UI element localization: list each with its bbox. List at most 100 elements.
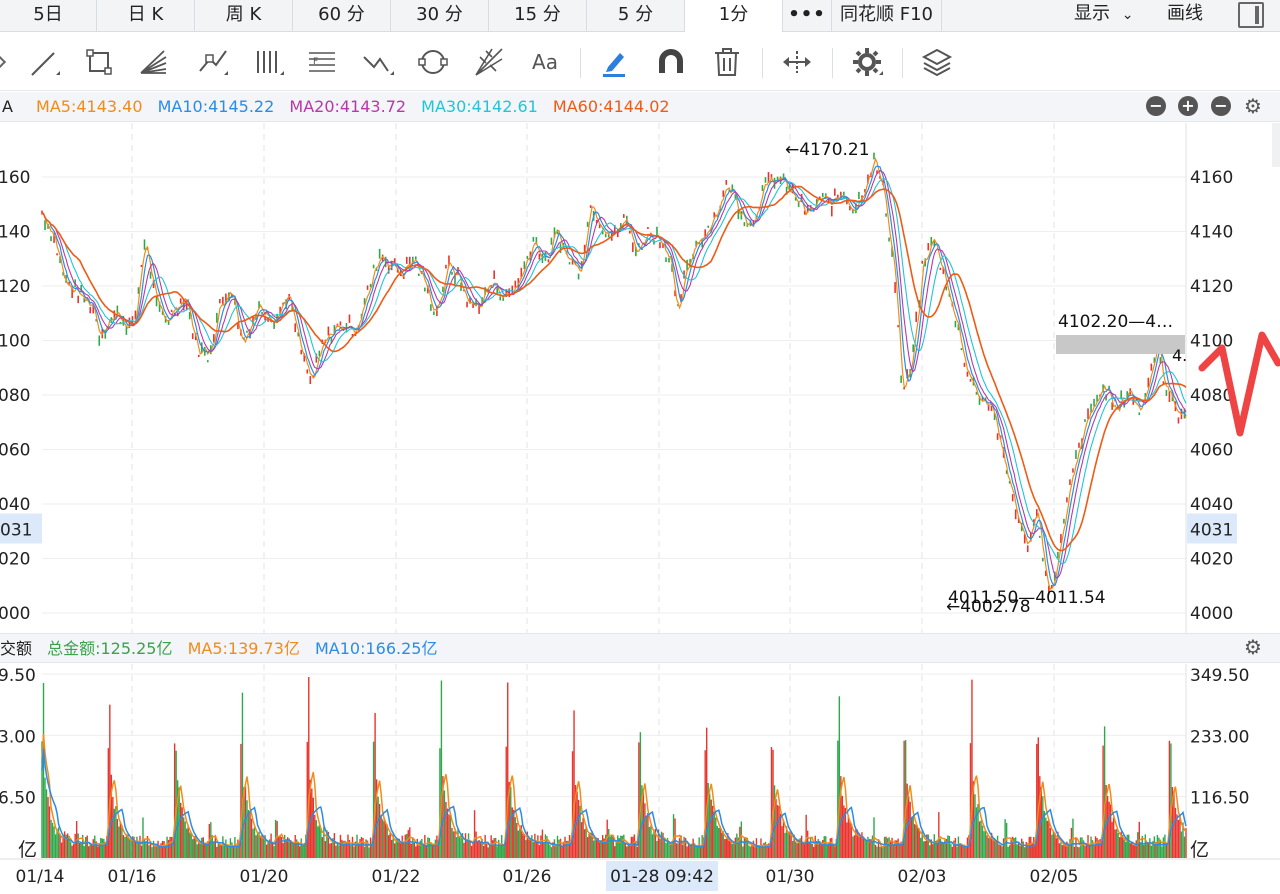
price-range-box	[1056, 335, 1185, 354]
side-panel-edge	[1272, 123, 1280, 167]
price-axis-left-tick: 020	[0, 550, 30, 570]
price-axis-left-tick: 120	[0, 277, 30, 297]
trash-icon[interactable]	[710, 45, 744, 79]
ma5-line	[41, 157, 1187, 590]
zoom-out-icon[interactable]: −	[1211, 96, 1231, 116]
ma60-value: MA60:4144.02	[552, 97, 670, 116]
pattern-tool-icon[interactable]	[196, 45, 230, 79]
layers-icon[interactable]	[920, 45, 954, 79]
collapse-icon[interactable]: −	[1146, 96, 1166, 116]
high-price-label: ←4170.21	[785, 140, 870, 160]
pen-icon[interactable]	[598, 45, 632, 79]
price-axis-left-tick: 080	[0, 386, 30, 406]
tab-5min[interactable]: 5 分	[587, 0, 685, 32]
current-price-left-label: 031	[0, 521, 32, 541]
parallel-lines-icon[interactable]	[252, 45, 286, 79]
price-axis-tick: 4040	[1190, 495, 1233, 515]
toolbar-divider	[902, 48, 903, 78]
volume-legend-bar: 交额 总金额:125.25亿 MA5:139.73亿 MA10:166.25亿	[0, 633, 1280, 663]
move-icon[interactable]	[780, 45, 814, 79]
price-axis-tick: 4080	[1190, 386, 1233, 406]
draw-line-button[interactable]: 画线	[1167, 0, 1203, 32]
gear-icon[interactable]: ⚙	[1244, 96, 1262, 116]
volume-ma10: MA10:166.25亿	[315, 639, 438, 658]
settings-icon[interactable]	[850, 45, 884, 79]
x-axis-label: 01/30	[766, 867, 815, 887]
panel-toggle-icon[interactable]	[1238, 2, 1264, 28]
tab-30min[interactable]: 30 分	[391, 0, 489, 32]
more-tabs-button[interactable]: •••	[783, 0, 832, 32]
fan-tool-icon[interactable]	[136, 45, 170, 79]
range-edge-label: 4.	[1172, 346, 1187, 365]
volume-ma5-line	[41, 734, 1187, 848]
tab-weekly-k[interactable]: 周 K	[195, 0, 293, 32]
volume-total: 总金额:125.25亿	[47, 639, 173, 658]
price-axis-tick: 4020	[1190, 550, 1233, 570]
price-axis-tick: 4100	[1190, 332, 1233, 352]
ma-legend-bar: A MA5:4143.40 MA10:4145.22 MA20:4143.72 …	[0, 92, 1280, 122]
volume-axis-tick: 116.50	[1190, 789, 1249, 809]
range-high-label: 4102.20—4…	[1058, 312, 1173, 332]
tab-15min[interactable]: 15 分	[489, 0, 587, 32]
tab-5day[interactable]: 5日	[0, 0, 97, 32]
current-price-label: 4031	[1190, 521, 1233, 541]
fib-tool-icon[interactable]: F	[305, 45, 339, 79]
line-tool-icon[interactable]	[28, 45, 62, 79]
tab-1min[interactable]: 1分	[685, 0, 783, 32]
display-menu[interactable]: 显示 ⌄	[1074, 0, 1133, 32]
x-axis-label: 01/14	[16, 867, 65, 887]
volume-unit-label: 亿	[1190, 839, 1209, 861]
toolbar-divider	[580, 48, 581, 78]
x-axis-label: 01/22	[372, 867, 421, 887]
indicator-label: A	[2, 97, 13, 116]
arrow-icon[interactable]	[0, 54, 7, 70]
x-axis-label: 01/26	[503, 867, 552, 887]
drawing-toolbar: F Aa	[0, 33, 1280, 91]
volume-ma10-line	[41, 748, 1187, 849]
price-axis-left-tick: 040	[0, 495, 30, 515]
price-axis-left-tick: 060	[0, 441, 30, 461]
gann-tool-icon[interactable]	[472, 45, 506, 79]
f10-button[interactable]: 同花顺 F10	[832, 0, 942, 32]
ma30-line	[41, 178, 1187, 565]
volume-chart[interactable]: 349.50 9.50 233.00 3.00 116.50 6.50 亿 亿 01/14 01/…	[0, 664, 1280, 894]
volume-axis-tick: 233.00	[1190, 727, 1249, 747]
ma20-value: MA20:4143.72	[289, 97, 407, 116]
volume-axis-tick: 349.50	[1190, 666, 1249, 686]
chevron-down-icon: ⌄	[1121, 7, 1134, 23]
x-axis-label: 01-28 09:42	[610, 867, 714, 887]
magnet-icon[interactable]	[654, 45, 688, 79]
volume-axis-left-tick: 9.50	[0, 666, 36, 686]
ma5-value: MA5:4143.40	[36, 97, 143, 116]
x-axis-label: 01/16	[108, 867, 157, 887]
volume-axis-left-tick: 6.50	[0, 789, 36, 809]
volume-axis-left-tick: 3.00	[0, 727, 36, 747]
svg-text:F: F	[313, 57, 318, 67]
x-axis-label: 02/03	[898, 867, 947, 887]
period-tabs: 5日 日 K 周 K 60 分 30 分 15 分 5 分 1分 ••• 同花顺…	[0, 0, 1280, 32]
tab-daily-k[interactable]: 日 K	[97, 0, 195, 32]
price-axis-tick: 4060	[1190, 441, 1233, 461]
ma30-value: MA30:4142.61	[421, 97, 538, 116]
volume-gear-icon[interactable]: ⚙	[1244, 637, 1262, 657]
toolbar-divider	[832, 48, 833, 78]
price-axis-left-tick: 140	[0, 223, 30, 243]
volume-unit-left-label: 亿	[18, 839, 37, 861]
price-axis-left-tick: 000	[0, 604, 30, 624]
price-axis-tick: 4000	[1190, 604, 1233, 624]
range-low-label: 4011.50—4011.54	[948, 588, 1106, 608]
volume-ma5: MA5:139.73亿	[187, 639, 300, 658]
price-axis-left-tick: 100	[0, 332, 30, 352]
zoom-in-icon[interactable]: +	[1178, 96, 1198, 116]
price-chart[interactable]: 4160 160 4140 140 4120 120 4100 100 4080 080 4060 0…	[0, 123, 1280, 633]
x-axis-label: 01/20	[240, 867, 289, 887]
text-tool-icon[interactable]: Aa	[528, 45, 562, 79]
cycle-tool-icon[interactable]	[416, 45, 450, 79]
wave-tool-icon[interactable]	[362, 45, 396, 79]
price-axis-tick: 4160	[1190, 168, 1233, 188]
tab-60min[interactable]: 60 分	[293, 0, 391, 32]
x-axis-label: 02/05	[1030, 867, 1079, 887]
display-label: 显示	[1074, 3, 1110, 24]
rect-tool-icon[interactable]	[82, 45, 116, 79]
ma10-value: MA10:4145.22	[157, 97, 275, 116]
